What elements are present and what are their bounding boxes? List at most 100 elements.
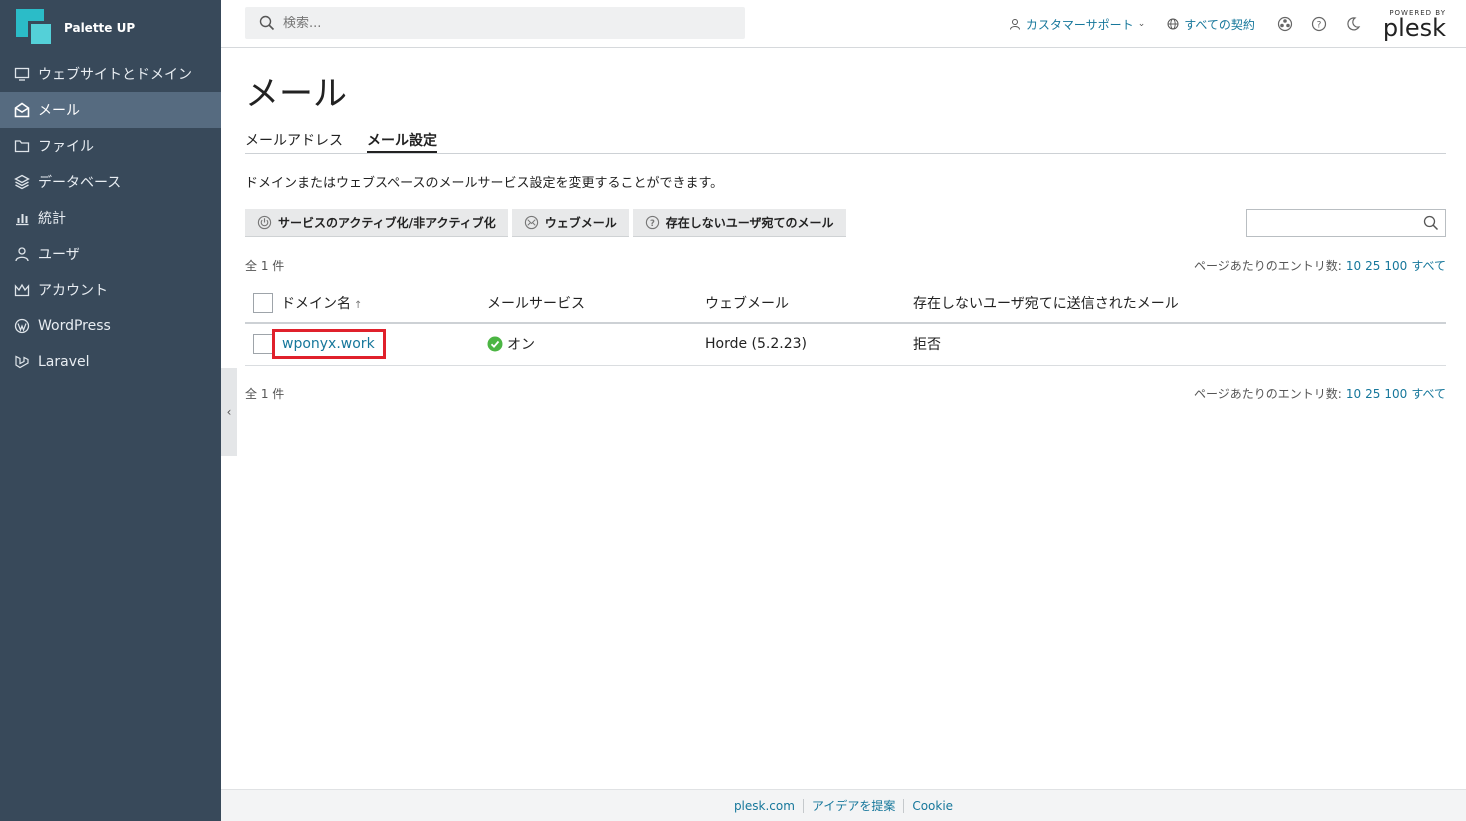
customer-support-menu[interactable]: カスタマーサポート ⌄ (1009, 16, 1145, 33)
mail-icon (13, 102, 30, 119)
webmail-value: Horde (5.2.23) (705, 323, 913, 366)
search-icon (259, 15, 275, 31)
sidebar-item-label: データベース (38, 175, 122, 191)
svg-text:?: ? (1317, 21, 1322, 31)
search-input[interactable] (283, 15, 723, 31)
webmail-icon (524, 215, 538, 230)
help-icon[interactable]: ? (1311, 16, 1327, 32)
folder-icon (13, 138, 30, 155)
per-page-label: ページあたりのエントリ数: (1194, 387, 1342, 401)
column-header-webmail: ウェブメール (705, 283, 913, 324)
webmail-label: ウェブメール (544, 216, 617, 230)
sidebar-item-label: ユーザ (38, 247, 80, 263)
sidebar-item-mail[interactable]: メール (0, 92, 221, 128)
total-count: 全 1 件 (245, 387, 285, 401)
sidebar-item-account[interactable]: アカウント (0, 272, 221, 308)
footer: plesk.com アイデアを提案 Cookie (221, 789, 1466, 821)
per-page-100[interactable]: 100 (1384, 259, 1407, 273)
all-subscriptions-link[interactable]: すべての契約 (1167, 16, 1255, 33)
column-domain-label: ドメイン名 (281, 295, 351, 312)
sidebar-item-label: 統計 (38, 211, 66, 227)
sort-asc-icon: ↑ (354, 299, 363, 311)
toggle-service-button[interactable]: サービスのアクティブ化/非アクティブ化 (245, 209, 508, 237)
domain-table: ドメイン名 ↑ メールサービス ウェブメール 存在しないユーザ宛てに送信されたメー… (245, 283, 1446, 366)
per-page-label: ページあたりのエントリ数: (1194, 258, 1342, 273)
nonexistent-user-mail-label: 存在しないユーザ宛てのメール (665, 216, 834, 230)
total-count: 全 1 件 (245, 258, 285, 273)
row-checkbox[interactable] (253, 334, 273, 355)
dark-mode-icon[interactable] (1345, 16, 1361, 32)
sidebar: Palette UP ウェブサイトとドメイン メール ファイル データベース 統… (0, 0, 221, 821)
table-header-row: ドメイン名 ↑ メールサービス ウェブメール 存在しないユーザ宛てに送信されたメー… (245, 283, 1446, 324)
per-page-25[interactable]: 25 (1365, 259, 1380, 273)
table-row: wponyx.work オン Horde (5.2.23) 拒否 (245, 323, 1446, 366)
sidebar-item-statistics[interactable]: 統計 (0, 200, 221, 236)
subscriptions-label: すべての契約 (1184, 17, 1255, 32)
toolbar: サービスのアクティブ化/非アクティブ化 ウェブメール ? 存在しないユーザ宛ての… (245, 209, 1446, 237)
page-title: メール (245, 74, 347, 114)
nonexistent-value: 拒否 (913, 323, 1446, 366)
sidebar-item-label: ファイル (38, 139, 94, 155)
brand[interactable]: Palette UP (0, 0, 221, 56)
mail-service-value: オン (507, 337, 535, 354)
column-header-mail-service: メールサービス (487, 283, 705, 324)
toggle-service-label: サービスのアクティブ化/非アクティブ化 (278, 216, 496, 230)
select-all-checkbox[interactable] (253, 292, 273, 313)
brand-logo-icon (16, 9, 54, 47)
plesk-wordmark: plesk (1382, 14, 1446, 42)
user-icon (1009, 19, 1020, 30)
sidebar-item-files[interactable]: ファイル (0, 128, 221, 164)
webmail-button[interactable]: ウェブメール (511, 209, 629, 237)
footer-link-cookie[interactable]: Cookie (904, 799, 961, 813)
list-search-input[interactable] (1246, 209, 1446, 237)
per-page-10[interactable]: 10 (1346, 259, 1361, 273)
sidebar-item-laravel[interactable]: Laravel (0, 344, 221, 380)
crown-icon (13, 282, 30, 299)
per-page-all[interactable]: すべて (1411, 387, 1446, 401)
sidebar-item-websites[interactable]: ウェブサイトとドメイン (0, 56, 221, 92)
sidebar-item-wordpress[interactable]: WordPress (0, 308, 221, 344)
sidebar-item-users[interactable]: ユーザ (0, 236, 221, 272)
search-icon (1423, 215, 1439, 231)
sidebar-item-label: メール (38, 103, 80, 119)
plesk-logo: POWERED BY plesk (1382, 9, 1446, 42)
support-label: カスタマーサポート (1025, 17, 1134, 32)
brand-name: Palette UP (64, 21, 136, 35)
nonexistent-user-mail-button[interactable]: ? 存在しないユーザ宛てのメール (632, 209, 846, 237)
tab-bar: メールアドレス メール設定 (245, 124, 1446, 154)
tab-mail-addresses[interactable]: メールアドレス (245, 124, 343, 153)
per-page-25[interactable]: 25 (1365, 387, 1380, 401)
sidebar-item-label: ウェブサイトとドメイン (38, 67, 192, 83)
sidebar-item-databases[interactable]: データベース (0, 164, 221, 200)
chevron-left-icon: ‹ (226, 405, 232, 419)
sidebar-item-label: アカウント (38, 283, 108, 299)
per-page-100[interactable]: 100 (1384, 387, 1407, 401)
topbar: カスタマーサポート ⌄ すべての契約 ? POWERED BY plesk (221, 0, 1466, 48)
main-content: メール メールアドレス メール設定 ドメインまたはウェブスペースのメールサービス… (245, 48, 1446, 404)
mail-service-status: オン (487, 334, 705, 354)
monitor-icon (13, 66, 30, 83)
footer-link-suggest-idea[interactable]: アイデアを提案 (804, 797, 903, 814)
tab-mail-settings[interactable]: メール設定 (367, 124, 437, 153)
database-icon (13, 174, 30, 191)
global-search[interactable] (245, 7, 745, 39)
sidebar-collapse-button[interactable]: ‹ (221, 368, 237, 456)
globe-icon (1167, 18, 1179, 30)
chevron-down-icon: ⌄ (1137, 19, 1146, 29)
laravel-icon (13, 354, 30, 371)
column-header-domain[interactable]: ドメイン名 ↑ (281, 283, 487, 324)
svg-text:?: ? (650, 218, 655, 228)
sidebar-item-label: WordPress (38, 318, 111, 334)
check-circle-icon (487, 336, 503, 352)
question-icon: ? (645, 215, 659, 230)
extensions-icon[interactable] (1277, 16, 1293, 32)
sidebar-item-label: Laravel (38, 354, 90, 370)
footer-link-plesk[interactable]: plesk.com (726, 799, 803, 813)
domain-link[interactable]: wponyx.work (272, 329, 386, 360)
column-header-nonexistent: 存在しないユーザ宛てに送信されたメール (913, 283, 1446, 324)
per-page-10[interactable]: 10 (1346, 387, 1361, 401)
page-description: ドメインまたはウェブスペースのメールサービス設定を変更することができます。 (245, 176, 724, 191)
pager-top: 全 1 件 ページあたりのエントリ数: 10 25 100 すべて (245, 255, 1446, 275)
per-page-all[interactable]: すべて (1411, 259, 1446, 273)
power-icon (257, 215, 272, 230)
